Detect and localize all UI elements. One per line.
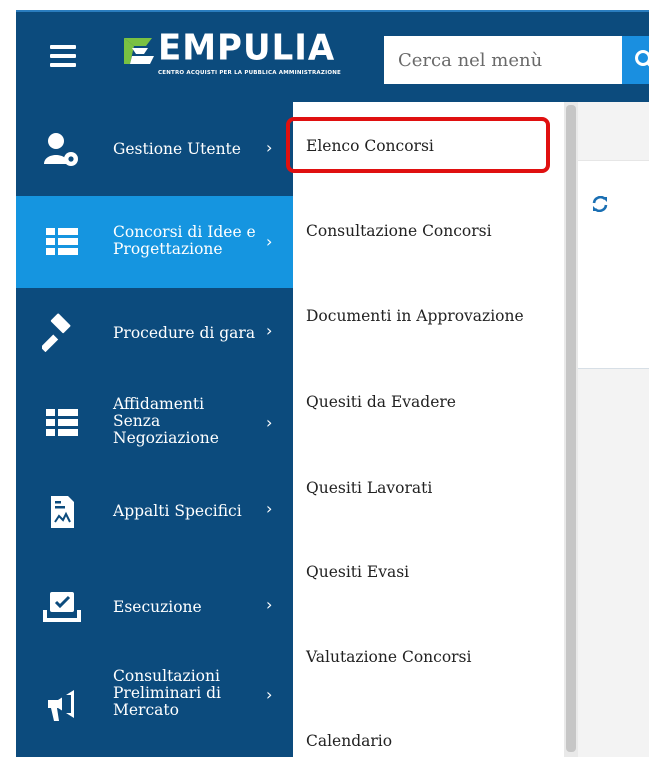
submenu-item-valutazione-concorsi[interactable]: Valutazione Concorsi: [306, 648, 471, 666]
submenu-item-consultazione-concorsi[interactable]: Consultazione Concorsi: [306, 222, 492, 240]
label-line: Preliminari di: [113, 684, 221, 702]
label-line: Progettazione: [113, 240, 223, 258]
scrollbar-thumb[interactable]: [566, 105, 576, 752]
search-button[interactable]: [622, 36, 649, 84]
content-panel: [578, 160, 649, 369]
chevron-right-icon: ›: [266, 138, 273, 157]
submenu-panel: Elenco Concorsi Consultazione Concorsi D…: [293, 102, 563, 757]
sidebar-item-label: Affidamenti Senza Negoziazione: [113, 396, 219, 447]
hamburger-menu-icon[interactable]: [50, 45, 76, 67]
chevron-right-icon: ›: [266, 413, 273, 432]
sidebar-item-affidamenti-senza-negoziazione[interactable]: Affidamenti Senza Negoziazione ›: [16, 376, 293, 466]
logo-tagline: CENTRO ACQUISTI PER LA PUBBLICA AMMINIST…: [158, 70, 341, 76]
submenu-item-quesiti-da-evadere[interactable]: Quesiti da Evadere: [306, 393, 456, 411]
chevron-right-icon: ›: [266, 232, 273, 251]
sidebar-item-appalti-specifici[interactable]: Appalti Specifici ›: [16, 466, 293, 556]
submenu-item-calendario[interactable]: Calendario: [306, 732, 392, 750]
submenu-item-documenti-in-approvazione[interactable]: Documenti in Approvazione: [306, 307, 524, 325]
chevron-right-icon: ›: [266, 321, 273, 340]
gavel-icon: [42, 313, 71, 352]
sidebar-item-concorsi-di-idee[interactable]: Concorsi di Idee e Progettazione ›: [16, 196, 293, 288]
empulia-logo[interactable]: EMPULIA CENTRO ACQUISTI PER LA PUBBLICA …: [120, 27, 350, 82]
sidebar-item-label: Concorsi di Idee e Progettazione: [113, 224, 256, 258]
sidebar-item-label: Gestione Utente: [113, 140, 241, 158]
label-line: Consultazioni: [113, 667, 220, 685]
app-window: EMPULIA CENTRO ACQUISTI PER LA PUBBLICA …: [0, 0, 649, 757]
sidebar-item-esecuzione[interactable]: Esecuzione ›: [16, 556, 293, 648]
list-icon: [46, 409, 78, 436]
submenu-item-quesiti-evasi[interactable]: Quesiti Evasi: [306, 563, 409, 581]
list-icon: [46, 228, 78, 255]
label-line: Concorsi di Idee e: [113, 223, 256, 241]
document-chart-icon: [51, 496, 74, 528]
user-gear-icon: [44, 133, 78, 166]
submenu-item-elenco-concorsi[interactable]: Elenco Concorsi: [306, 137, 434, 155]
submenu-item-quesiti-lavorati[interactable]: Quesiti Lavorati: [306, 479, 432, 497]
chevron-right-icon: ›: [266, 595, 273, 614]
label-line: Affidamenti: [113, 395, 205, 413]
label-line: Mercato: [113, 701, 179, 719]
refresh-icon[interactable]: [592, 196, 608, 212]
top-header: EMPULIA CENTRO ACQUISTI PER LA PUBBLICA …: [16, 10, 649, 102]
label-line: Senza: [113, 412, 161, 430]
sidebar-item-consultazioni-preliminari[interactable]: Consultazioni Preliminari di Mercato ›: [16, 648, 293, 757]
sidebar-item-label: Appalti Specifici: [113, 502, 242, 520]
sidebar-item-label: Esecuzione: [113, 598, 202, 616]
logo-wordmark: EMPULIA: [158, 27, 336, 69]
megaphone-icon: [48, 690, 74, 721]
search-icon: [635, 50, 649, 67]
sidebar-menu: Gestione Utente › Concorsi di Idee e Pro…: [16, 102, 293, 757]
sidebar-item-label: Consultazioni Preliminari di Mercato: [113, 668, 221, 719]
sidebar-item-label: Procedure di gara: [113, 324, 256, 342]
chevron-right-icon: ›: [266, 499, 273, 518]
sidebar-item-gestione-utente[interactable]: Gestione Utente ›: [16, 102, 293, 196]
chevron-right-icon: ›: [266, 685, 273, 704]
sidebar-item-procedure-di-gara[interactable]: Procedure di gara ›: [16, 288, 293, 376]
label-line: Negoziazione: [113, 429, 219, 447]
logo-mark-icon: [124, 38, 154, 64]
menu-search-input[interactable]: [384, 36, 622, 84]
checkbox-tray-icon: [43, 592, 81, 622]
